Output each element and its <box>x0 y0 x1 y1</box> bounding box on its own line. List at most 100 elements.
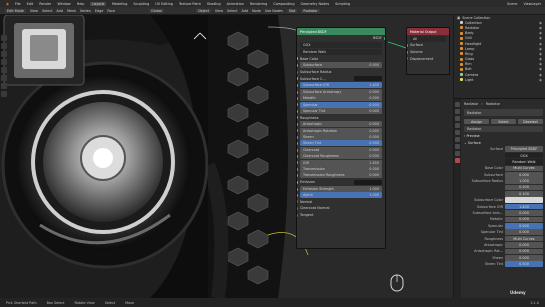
node-add-menu[interactable]: Add <box>241 9 248 13</box>
bsdf-input-row[interactable]: Emission Strength 1.000 <box>297 185 382 192</box>
add-menu[interactable]: Add <box>56 9 63 13</box>
distribution-dropdown[interactable]: GGX <box>300 42 382 49</box>
outliner-item[interactable]: Light ◉ <box>454 77 545 82</box>
bsdf-input-socket[interactable] <box>297 187 298 191</box>
property-value-field[interactable]: Multi Curves <box>505 235 543 242</box>
menu-window[interactable]: Window <box>57 2 70 6</box>
bsdf-input-row[interactable]: Subsurface Anisotropy 0.000 <box>297 88 382 95</box>
transform-tool-icon[interactable] <box>1 75 7 81</box>
select-tool-icon[interactable] <box>1 35 7 41</box>
tool-tab-icon[interactable] <box>455 102 460 107</box>
scene-tab-icon[interactable] <box>455 123 460 128</box>
slot-dropdown[interactable]: Slot <box>286 8 298 13</box>
bsdf-input-row[interactable]: Transmission Roughness 0.000 <box>297 172 382 179</box>
node-select-menu[interactable]: Select <box>227 9 237 13</box>
render-tab-icon[interactable] <box>455 109 460 114</box>
displacement-input-socket[interactable] <box>407 57 408 61</box>
scale-tool-icon[interactable] <box>1 67 7 73</box>
property-value-field[interactable]: 0.500 <box>505 261 543 267</box>
bsdf-input-row[interactable]: Emission <box>297 179 385 186</box>
scene-selector[interactable]: Scene <box>507 2 517 6</box>
visibility-eye-icon[interactable]: ◉ <box>539 67 542 71</box>
bsdf-input-socket[interactable] <box>297 135 298 139</box>
output-target-dropdown[interactable]: All <box>410 35 446 42</box>
cursor-tool-icon[interactable] <box>1 43 7 49</box>
workspace-tab-geometry-nodes[interactable]: Geometry Nodes <box>301 2 330 6</box>
material-output-header[interactable]: Material Output <box>407 28 449 35</box>
bsdf-input-socket[interactable] <box>297 148 298 152</box>
visibility-eye-icon[interactable]: ◉ <box>539 26 542 30</box>
bsdf-input-socket[interactable] <box>297 142 298 146</box>
workspace-tab-shading[interactable]: Shading <box>207 2 221 6</box>
bsdf-input-row[interactable]: Subsurface IOR 1.400 <box>297 82 382 89</box>
world-tab-icon[interactable] <box>455 130 460 135</box>
edge-menu[interactable]: Edge <box>95 9 104 13</box>
property-value-field[interactable]: 0.000 <box>505 171 543 178</box>
surface-input-socket[interactable] <box>407 43 408 47</box>
outliner-panel[interactable]: ▣ Scene Collection Collection ◉ Radiator ◉ B… <box>454 15 545 99</box>
workspace-tab-rendering[interactable]: Rendering <box>250 2 267 6</box>
bsdf-input-socket[interactable] <box>297 155 298 159</box>
color-swatch[interactable] <box>354 179 382 185</box>
property-value-field[interactable]: Multi Curves <box>505 165 543 172</box>
output-tab-icon[interactable] <box>455 116 460 121</box>
node-object-dropdown[interactable]: Object <box>195 8 211 13</box>
material-output-node[interactable]: Material Output All Surface Volume Displ… <box>406 27 450 75</box>
property-value-field[interactable]: GGX <box>505 152 543 159</box>
volume-input-socket[interactable] <box>407 50 408 54</box>
bsdf-input-row[interactable]: Alpha 1.000 <box>297 192 382 199</box>
bsdf-input-socket[interactable] <box>297 64 298 68</box>
bsdf-input-socket[interactable] <box>297 103 298 107</box>
property-value-field[interactable]: Principled BSDF <box>505 146 543 152</box>
property-value-field[interactable]: 1.400 <box>505 203 543 210</box>
property-value-field[interactable]: 0.000 <box>505 254 543 261</box>
bsdf-input-row[interactable]: Specular 0.500 <box>297 101 382 108</box>
bsdf-input-row[interactable]: Metallic 0.000 <box>297 95 382 102</box>
bsdf-input-socket[interactable] <box>297 123 298 127</box>
bsdf-input-row[interactable]: Subsurface 0.000 <box>297 62 382 69</box>
material-slot-list[interactable]: Radiator <box>464 109 543 117</box>
node-view-menu[interactable]: View <box>215 9 223 13</box>
workspace-tab-modeling[interactable]: Modeling <box>112 2 127 6</box>
property-value-field[interactable]: 0.100 <box>505 191 543 197</box>
workspace-tab-sculpting[interactable]: Sculpting <box>133 2 149 6</box>
mode-dropdown[interactable]: Edit Mode <box>5 8 26 13</box>
visibility-eye-icon[interactable]: ◉ <box>539 31 542 35</box>
bsdf-input-row[interactable]: Subsurface C... <box>297 75 385 82</box>
select-button[interactable]: Select <box>491 118 516 125</box>
property-value-field[interactable]: 0.000 <box>505 210 543 216</box>
bsdf-input-socket[interactable] <box>297 84 298 88</box>
principled-bsdf-node[interactable]: Principled BSDF BSDF GGX Random Walk Bas… <box>296 27 386 249</box>
property-value-field[interactable]: 1.000 <box>505 178 543 184</box>
material-slot-item[interactable]: Radiator <box>467 111 481 115</box>
view-menu[interactable]: View <box>30 9 38 13</box>
color-swatch[interactable] <box>354 76 382 82</box>
measure-tool-icon[interactable] <box>1 91 7 97</box>
bsdf-input-row[interactable]: Specular Tint 0.000 <box>297 107 382 114</box>
blender-logo-icon[interactable]: ◉ <box>6 2 9 6</box>
material-name-field[interactable]: Radiator <box>464 125 543 133</box>
transform-orientation-dropdown[interactable]: Global <box>149 8 164 13</box>
modifier-tab-icon[interactable] <box>455 144 460 149</box>
visibility-eye-icon[interactable]: ◉ <box>539 36 542 40</box>
select-menu[interactable]: Select <box>42 9 52 13</box>
menu-help[interactable]: Help <box>77 2 85 6</box>
bsdf-input-row[interactable]: Anisotropic 0.000 <box>297 121 382 128</box>
bsdf-input-socket[interactable] <box>297 206 298 210</box>
bsdf-input-socket[interactable] <box>297 116 298 120</box>
property-value-field[interactable]: Random Walk <box>505 159 543 165</box>
bsdf-input-socket[interactable] <box>297 180 298 184</box>
principled-bsdf-header[interactable]: Principled BSDF <box>297 28 385 35</box>
bsdf-input-row[interactable]: Clearcoat 0.000 <box>297 146 382 153</box>
bsdf-input-socket[interactable] <box>297 77 298 81</box>
workspace-tab-compositing[interactable]: Compositing <box>273 2 294 6</box>
bsdf-output-socket[interactable] <box>384 36 385 40</box>
bsdf-input-socket[interactable] <box>297 129 298 133</box>
workspace-tab-uv-editing[interactable]: UV Editing <box>155 2 173 6</box>
property-value-field[interactable] <box>505 197 543 204</box>
bsdf-input-socket[interactable] <box>297 161 298 165</box>
visibility-eye-icon[interactable]: ◉ <box>539 47 542 51</box>
bsdf-input-row[interactable]: Sheen Tint 0.500 <box>297 140 382 147</box>
property-value-field[interactable]: 0.500 <box>505 223 543 229</box>
bsdf-input-row[interactable]: Transmission 0.000 <box>297 166 382 172</box>
